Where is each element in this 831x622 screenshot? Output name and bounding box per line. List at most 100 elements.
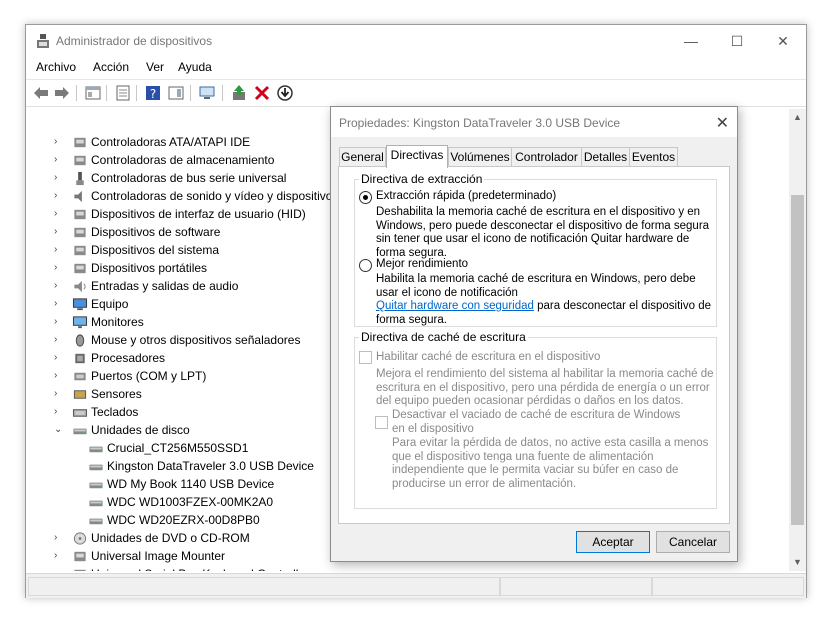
chevron-down-icon[interactable]: ⌄ (54, 424, 64, 436)
chevron-right-icon[interactable]: › (54, 298, 64, 310)
hid-icon (74, 209, 86, 220)
chevron-right-icon[interactable]: › (54, 388, 64, 400)
chevron-right-icon[interactable]: › (54, 190, 64, 202)
device-manager-app-icon (37, 34, 49, 48)
show-hide-tree-icon[interactable] (84, 84, 102, 102)
tree-item-label: Mouse y otros dispositivos señaladores (91, 333, 301, 347)
mouse-icon (75, 334, 85, 347)
ide-controller-icon (74, 137, 86, 148)
quick-removal-radio[interactable] (359, 191, 372, 204)
toolbar-separator (106, 85, 107, 101)
disk-drive-icon (89, 464, 103, 471)
disable-flush-desc-3: independiente que le permita vaciar su b… (392, 464, 679, 476)
chevron-right-icon[interactable]: › (54, 370, 64, 382)
toolbar-separator (136, 85, 137, 101)
safely-remove-link[interactable]: Quitar hardware con seguridad (376, 300, 534, 312)
disable-flush-label-1: Desactivar el vaciado de caché de escrit… (392, 409, 681, 421)
menu-accion[interactable]: Acción (93, 60, 129, 74)
disable-flush-checkbox[interactable] (375, 416, 388, 429)
status-cell (28, 577, 500, 596)
status-bar (26, 573, 806, 598)
minimize-button[interactable]: — (668, 25, 714, 57)
cancel-button[interactable]: Cancelar (656, 531, 730, 553)
keyboard-icon (72, 409, 88, 417)
ok-button[interactable]: Aceptar (576, 531, 650, 553)
chevron-right-icon[interactable]: › (54, 280, 64, 292)
tab-controlador[interactable]: Controlador (511, 147, 582, 166)
chevron-right-icon[interactable]: › (54, 208, 64, 220)
chevron-right-icon[interactable]: › (54, 550, 64, 562)
scroll-down-icon[interactable]: ▼ (789, 554, 806, 571)
tree-item-label: Crucial_CT256M550SSD1 (107, 441, 249, 455)
dialog-close-icon[interactable]: ✕ (716, 113, 729, 133)
scroll-thumb[interactable] (791, 195, 804, 525)
dvd-icon (73, 532, 87, 545)
tree-item-label: Sensores (91, 387, 142, 401)
window-title: Administrador de dispositivos (56, 34, 213, 48)
chevron-right-icon[interactable]: › (54, 244, 64, 256)
tree-item-label: WDC WD20EZRX-00D8PB0 (107, 513, 260, 527)
title-bar: Administrador de dispositivos — ☐ ✕ (26, 25, 806, 57)
tree-item-label: Dispositivos portátiles (91, 261, 208, 275)
properties-icon[interactable] (114, 84, 132, 102)
chevron-right-icon[interactable]: › (54, 262, 64, 274)
better-performance-desc-3: Quitar hardware con seguridad para desco… (376, 300, 711, 314)
chevron-right-icon[interactable]: › (54, 532, 64, 544)
portable-device-icon (74, 263, 86, 274)
uninstall-device-icon[interactable] (253, 84, 271, 102)
dialog-title-bar: Propiedades: Kingston DataTraveler 3.0 U… (331, 107, 737, 137)
tree-item-label: Universal Serial Bus Keyboard Controller… (91, 567, 315, 571)
forward-arrow-icon[interactable] (53, 84, 71, 102)
toolbar-separator (222, 85, 223, 101)
enable-write-cache-desc-1: Mejora el rendimiento del sistema al hab… (376, 368, 714, 380)
chevron-right-icon[interactable]: › (54, 316, 64, 328)
disk-drive-icon (73, 428, 87, 435)
better-performance-desc-2: usar el icono de notificación (376, 286, 518, 299)
scroll-up-icon[interactable]: ▲ (789, 109, 806, 126)
chevron-right-icon[interactable]: › (54, 406, 64, 418)
tab-volumenes[interactable]: Volúmenes (448, 147, 512, 166)
toolbar-separator (190, 85, 191, 101)
chevron-right-icon[interactable]: › (54, 334, 64, 346)
disable-flush-desc-4: producirse un error de alimentación. (392, 477, 577, 490)
enable-write-cache-label: Habilitar caché de escritura en el dispo… (376, 351, 601, 363)
chevron-right-icon[interactable]: › (54, 226, 64, 238)
write-cache-policy-group: Directiva de caché de escritura Habilita… (354, 330, 717, 509)
tab-general[interactable]: General (339, 147, 386, 166)
vertical-scrollbar[interactable]: ▲ ▼ (789, 109, 806, 571)
enable-write-cache-desc-3: del equipo pueden ocasionar pérdidas o d… (376, 395, 684, 407)
quick-removal-desc-2: Windows, pero puede desconectar el dispo… (376, 219, 710, 232)
chevron-right-icon[interactable]: › (54, 568, 64, 571)
menu-archivo[interactable]: Archivo (36, 60, 76, 74)
enable-write-cache-checkbox[interactable] (359, 351, 372, 364)
tree-item-label: Kingston DataTraveler 3.0 USB Device (107, 459, 314, 473)
menu-ver[interactable]: Ver (146, 60, 164, 74)
action-pane-icon[interactable] (167, 84, 185, 102)
directivas-panel: Directiva de extracción Extracción rápid… (338, 166, 730, 524)
tab-eventos[interactable]: Eventos (629, 147, 678, 166)
chevron-right-icon[interactable]: › (54, 172, 64, 184)
quick-removal-label: Extracción rápida (predeterminado) (376, 190, 557, 202)
chevron-right-icon[interactable]: › (54, 136, 64, 148)
tree-item-label: Procesadores (91, 351, 166, 365)
status-cell (500, 577, 652, 596)
help-icon[interactable]: ? (144, 84, 162, 102)
disable-flush-desc-1: Para evitar la pérdida de datos, no acti… (392, 437, 709, 449)
tree-item-label: Controladoras de sonido y vídeo y dispos… (91, 189, 339, 203)
system-device-icon (74, 245, 86, 256)
menu-ayuda[interactable]: Ayuda (178, 60, 212, 74)
chevron-right-icon[interactable]: › (54, 352, 64, 364)
chevron-right-icon[interactable]: › (54, 154, 64, 166)
back-arrow-icon[interactable] (32, 84, 50, 102)
better-performance-radio[interactable] (359, 259, 372, 272)
disk-drive-icon (89, 446, 103, 453)
tab-detalles[interactable]: Detalles (581, 147, 630, 166)
maximize-button[interactable]: ☐ (714, 25, 760, 57)
tab-directivas[interactable]: Directivas (386, 145, 448, 168)
usb-keyboard-icon (74, 569, 86, 571)
close-button[interactable]: ✕ (760, 25, 806, 57)
update-driver-icon[interactable] (230, 84, 248, 102)
toolbar-separator (76, 85, 77, 101)
download-circle-icon[interactable] (276, 84, 294, 102)
scan-hardware-icon[interactable] (198, 84, 216, 102)
